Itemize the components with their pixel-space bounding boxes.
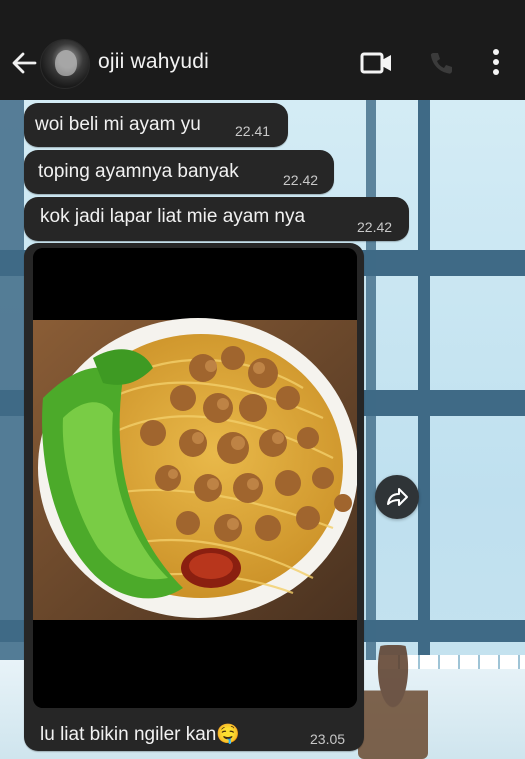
contact-name[interactable]: ojii wahyudi xyxy=(98,50,209,74)
avatar[interactable] xyxy=(40,39,90,89)
message-text: kok jadi lapar liat mie ayam nya xyxy=(40,206,306,227)
forward-button[interactable] xyxy=(375,475,419,519)
video-call-icon[interactable] xyxy=(360,50,394,76)
message-timestamp: 22.42 xyxy=(283,172,319,188)
more-options-icon[interactable] xyxy=(484,46,508,78)
chat-header: ojii wahyudi xyxy=(0,0,525,101)
image-message-bubble[interactable]: lu liat bikin ngiler kan🤤 23.05 xyxy=(24,243,364,751)
message-timestamp: 22.41 xyxy=(235,123,271,139)
message-bubble[interactable]: kok jadi lapar liat mie ayam nya 22.42 xyxy=(24,197,409,241)
back-arrow-icon[interactable] xyxy=(10,49,38,77)
message-text: toping ayamnya banyak xyxy=(38,161,239,182)
forward-icon xyxy=(387,488,408,506)
message-text: woi beli mi ayam yu xyxy=(35,114,201,135)
message-timestamp: 23.05 xyxy=(310,731,346,747)
message-bubble[interactable]: woi beli mi ayam yu 22.41 xyxy=(24,103,288,147)
wallpaper-character xyxy=(358,645,428,759)
voice-call-icon[interactable] xyxy=(428,50,454,76)
food-photo[interactable] xyxy=(33,248,357,708)
message-bubble[interactable]: toping ayamnya banyak 22.42 xyxy=(24,150,334,194)
message-text: lu liat bikin ngiler kan🤤 xyxy=(40,724,241,745)
noodle-bowl-image xyxy=(33,248,357,708)
message-timestamp: 22.42 xyxy=(357,219,393,235)
